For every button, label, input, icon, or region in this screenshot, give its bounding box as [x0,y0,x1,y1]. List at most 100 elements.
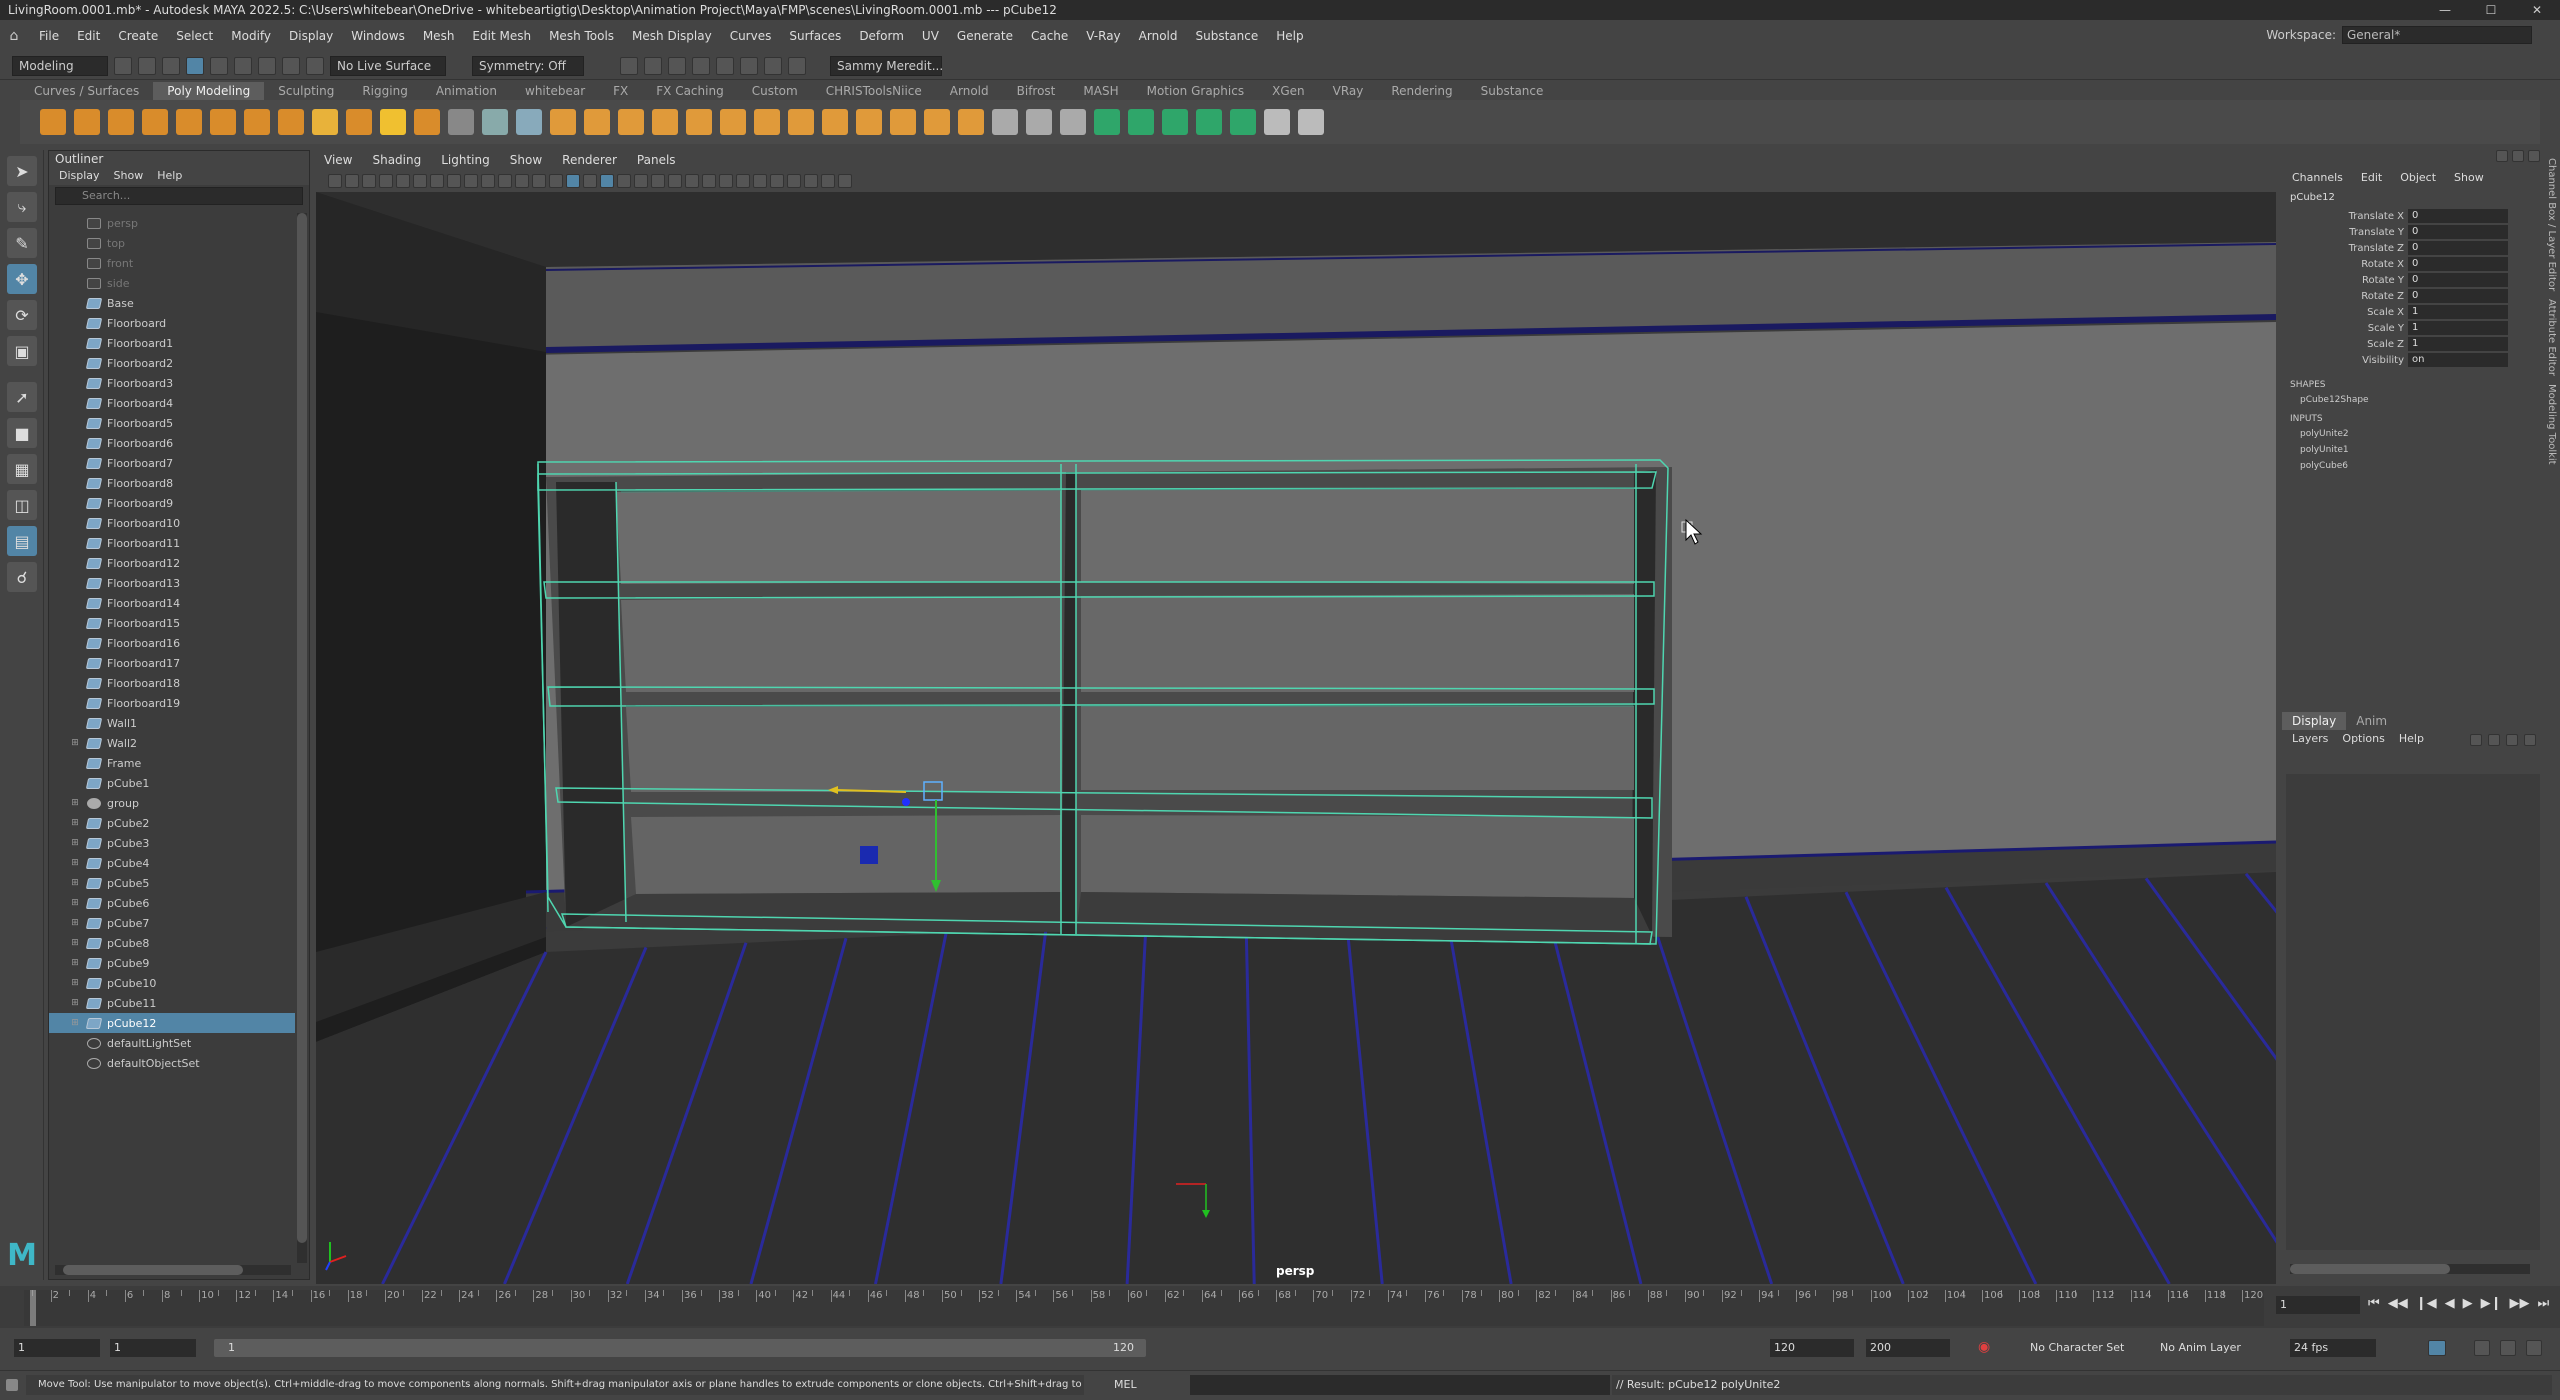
channel-menu-show[interactable]: Show [2454,168,2484,188]
menu-substance[interactable]: Substance [1187,29,1268,43]
playback-end-field[interactable]: 120 [1770,1339,1854,1357]
outliner-item-pcube1[interactable]: pCube1 [49,773,295,793]
uv-toolkit-icon[interactable] [1298,109,1324,135]
outliner-scrollbar[interactable] [297,213,307,1263]
step-back-key-icon[interactable]: ◀◀ [2388,1296,2408,1311]
select-camera-icon[interactable] [328,174,342,188]
home-icon[interactable]: ⌂ [4,26,24,46]
bevel-icon[interactable] [720,109,746,135]
outliner-item-floorboard2[interactable]: Floorboard2 [49,353,295,373]
snap-view-icon[interactable] [306,56,324,75]
svg-icon[interactable] [414,109,440,135]
outliner-item-side[interactable]: side [49,273,295,293]
outliner-item-floorboard[interactable]: Floorboard [49,313,295,333]
2d-pan-icon[interactable] [396,174,410,188]
lights-icon[interactable] [634,174,648,188]
outliner-item-floorboard8[interactable]: Floorboard8 [49,473,295,493]
field-chart-icon[interactable] [498,174,512,188]
scale-tool-icon[interactable]: ▣ [7,336,37,366]
menu-display[interactable]: Display [280,29,342,43]
viewport-menu-lighting[interactable]: Lighting [441,150,490,170]
menuset-dropdown[interactable]: Modeling [12,55,108,76]
channel-menu-channels[interactable]: Channels [2292,168,2343,188]
step-forward-frame-icon[interactable]: ▶❙ [2481,1296,2502,1311]
outliner-item-defaultlightset[interactable]: defaultLightSet [49,1033,295,1053]
side-tab-attribute-editor[interactable]: Attribute Editor [2546,299,2557,376]
outliner-item-pcube9[interactable]: ⊞ pCube9 [49,953,295,973]
go-to-start-icon[interactable]: ⏮ [2368,1296,2380,1311]
channel-row-scale-y[interactable]: Scale Y 1 [2282,320,2546,336]
user-account[interactable]: Sammy Meredit... [830,55,943,76]
exposure-icon[interactable] [804,174,818,188]
sound-icon[interactable] [2474,1340,2490,1356]
scene-canvas[interactable] [316,192,2276,1284]
menu-cache[interactable]: Cache [1022,29,1077,43]
shelf-tab-curves-surfaces[interactable]: Curves / Surfaces [20,82,153,100]
expand-icon[interactable]: ⊞ [69,998,81,1008]
channel-value[interactable]: 0 [2408,257,2508,271]
channel-row-translate-x[interactable]: Translate X 0 [2282,208,2546,224]
ipr-render-icon[interactable] [644,56,662,75]
ambient-occlusion-icon[interactable] [668,174,682,188]
select-object-icon[interactable] [210,56,228,75]
channel-value[interactable]: 0 [2408,273,2508,287]
channel-value[interactable]: 0 [2408,209,2508,223]
image-plane-icon[interactable] [379,174,393,188]
paint-select-icon[interactable]: ✎ [7,228,37,258]
gamma-icon[interactable] [821,174,835,188]
shadows-icon[interactable] [651,174,665,188]
text-icon[interactable] [380,109,406,135]
outliner-item-wall1[interactable]: Wall1 [49,713,295,733]
anim-prefs-icon[interactable] [2500,1340,2516,1356]
outliner-item-floorboard10[interactable]: Floorboard10 [49,513,295,533]
expand-icon[interactable]: ⊞ [69,798,81,808]
shelf-tab-animation[interactable]: Animation [422,82,511,100]
depth-of-field-icon[interactable] [719,174,733,188]
outliner-item-frame[interactable]: Frame [49,753,295,773]
menu-file[interactable]: File [30,29,68,43]
outliner-item-pcube5[interactable]: ⊞ pCube5 [49,873,295,893]
hypershade-icon[interactable] [692,56,710,75]
shelf-tab-motion-graphics[interactable]: Motion Graphics [1133,82,1259,100]
smooth-shade-icon[interactable] [566,174,580,188]
outliner-item-floorboard7[interactable]: Floorboard7 [49,453,295,473]
expand-icon[interactable]: ⊞ [69,1018,81,1028]
menu-edit-mesh[interactable]: Edit Mesh [463,29,540,43]
platonic-icon[interactable] [278,109,304,135]
shelf-tab-xgen[interactable]: XGen [1258,82,1319,100]
outliner-item-persp[interactable]: persp [49,213,295,233]
mirror-icon[interactable] [618,109,644,135]
menu-create[interactable]: Create [109,29,167,43]
quad-draw-icon[interactable] [1026,109,1052,135]
anti-alias-icon[interactable] [702,174,716,188]
uv-cylindrical-icon[interactable] [1128,109,1154,135]
workspace-selector[interactable]: Workspace: General* [2266,26,2532,44]
command-input[interactable] [1190,1375,1610,1395]
outliner-search[interactable]: Search... [55,187,303,205]
outliner-item-front[interactable]: front [49,253,295,273]
collapse-icon[interactable] [958,109,984,135]
snap-together-icon[interactable] [992,109,1018,135]
super-shape-icon[interactable] [312,109,338,135]
channel-menu-object[interactable]: Object [2400,168,2436,188]
outliner-menu-display[interactable]: Display [59,167,100,185]
menu-arnold[interactable]: Arnold [1130,29,1187,43]
poly-cube-icon[interactable] [74,109,100,135]
outliner-item-floorboard18[interactable]: Floorboard18 [49,673,295,693]
shelf-tab-vray[interactable]: VRay [1319,82,1378,100]
character-set-dropdown[interactable]: No Character Set [2026,1339,2136,1357]
shelf-tab-whitebear[interactable]: whitebear [511,82,599,100]
shelf-tab-arnold[interactable]: Arnold [936,82,1003,100]
channel-row-rotate-y[interactable]: Rotate Y 0 [2282,272,2546,288]
outliner-layout-icon[interactable]: ▤ [7,526,37,556]
outliner-item-floorboard6[interactable]: Floorboard6 [49,433,295,453]
expand-icon[interactable]: ⊞ [69,818,81,828]
poly-torus-icon[interactable] [176,109,202,135]
outliner-item-floorboard13[interactable]: Floorboard13 [49,573,295,593]
menu-v-ray[interactable]: V-Ray [1077,29,1129,43]
poly-cylinder-icon[interactable] [108,109,134,135]
outliner-item-defaultobjectset[interactable]: defaultObjectSet [49,1053,295,1073]
shelf-tab-custom[interactable]: Custom [738,82,812,100]
channel-value[interactable]: 1 [2408,321,2508,335]
outliner-item-floorboard14[interactable]: Floorboard14 [49,593,295,613]
